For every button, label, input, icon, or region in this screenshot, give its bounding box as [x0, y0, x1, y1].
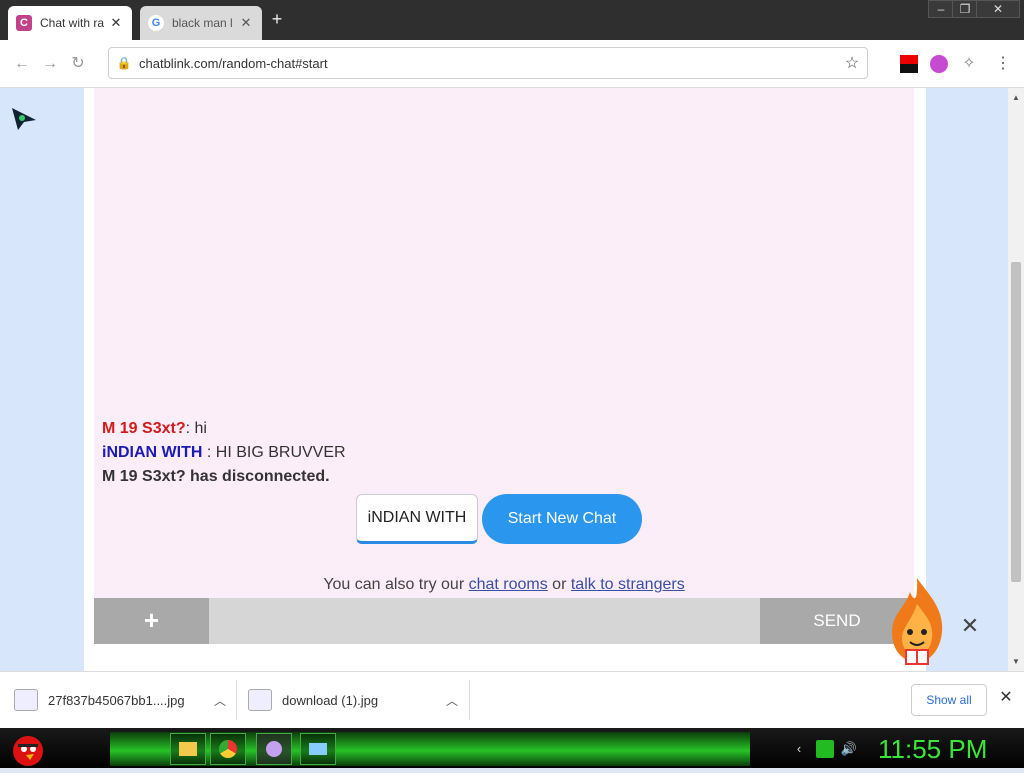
show-all-button[interactable]: Show all — [911, 684, 987, 716]
flame-mascot-icon[interactable] — [884, 574, 950, 668]
or-text: or — [547, 576, 571, 593]
chat-rooms-link[interactable]: chat rooms — [469, 576, 548, 593]
google-favicon-icon: G — [148, 15, 164, 31]
also-try-prefix: You can also try our — [323, 576, 469, 593]
scroll-down-icon[interactable]: ▼ — [1008, 654, 1024, 670]
message-text: : HI BIG BRUVVER — [206, 444, 346, 461]
new-tab-button[interactable]: + — [268, 10, 286, 28]
download-filename: 27f837b45067bb1....jpg — [48, 692, 185, 708]
download-item[interactable]: 27f837b45067bb1....jpg ︿ — [14, 680, 236, 720]
stranger-name: M 19 S3xt? — [102, 420, 186, 437]
divider — [469, 680, 470, 720]
tab-title: Chat with ra — [40, 16, 105, 30]
file-explorer-icon[interactable] — [170, 733, 206, 765]
reload-icon[interactable]: ↻ — [68, 54, 88, 74]
menu-kebab-icon[interactable]: ⋮ — [994, 55, 1012, 73]
tab-chat[interactable]: C Chat with ra ✕ — [8, 6, 132, 40]
tab-title: black man l — [172, 16, 233, 30]
chat-message: iNDIAN WITH : HI BIG BRUVVER — [102, 444, 346, 462]
restore-button[interactable]: ❐ — [952, 0, 978, 18]
divider — [236, 680, 237, 720]
extensions-puzzle-icon[interactable]: ✧ — [960, 55, 978, 73]
my-name: iNDIAN WITH — [102, 444, 207, 461]
taskbar-glow — [110, 732, 750, 766]
scrollbar-thumb[interactable] — [1011, 262, 1021, 582]
cursor-eye-icon — [10, 106, 38, 132]
chat-message: M 19 S3xt?: hi — [102, 420, 207, 438]
lock-icon: 🔒 — [116, 56, 132, 70]
forward-icon[interactable]: → — [40, 54, 60, 74]
tab-close-icon[interactable]: ✕ — [108, 15, 124, 31]
taskbar-clock[interactable]: 11:55 PM — [878, 732, 998, 766]
also-try-text: You can also try our chat rooms or talk … — [94, 576, 914, 594]
bookmark-star-icon[interactable]: ☆ — [837, 53, 867, 73]
angry-bird-start-icon[interactable] — [8, 730, 48, 768]
keyboard-icon[interactable] — [300, 733, 336, 765]
chevron-up-icon[interactable]: ︿ — [214, 692, 236, 709]
tab-google[interactable]: G black man l ✕ — [140, 6, 262, 40]
app-icon[interactable] — [256, 733, 292, 765]
start-new-chat-button[interactable]: Start New Chat — [482, 494, 642, 544]
tab-close-icon[interactable]: ✕ — [238, 15, 254, 31]
add-button[interactable]: + — [94, 598, 209, 644]
tray-arrow-icon[interactable]: ‹ — [790, 740, 808, 758]
back-icon[interactable]: ← — [12, 54, 32, 74]
scroll-up-icon[interactable]: ▲ — [1008, 90, 1024, 106]
close-window-button[interactable]: ✕ — [976, 0, 1020, 18]
volume-icon[interactable]: 🔊 — [840, 740, 858, 758]
address-bar[interactable]: 🔒 chatblink.com/random-chat#start ☆ — [108, 47, 868, 79]
url-text[interactable]: chatblink.com/random-chat#start — [139, 56, 837, 71]
name-input[interactable]: iNDIAN WITH — [356, 494, 478, 544]
chrome-icon[interactable] — [210, 733, 246, 765]
message-text: : hi — [185, 420, 207, 437]
minimize-button[interactable]: – — [928, 0, 954, 18]
chatblink-favicon-icon: C — [16, 15, 32, 31]
download-item[interactable]: download (1).jpg ︿ — [248, 680, 468, 720]
image-file-icon — [248, 689, 272, 711]
image-file-icon — [14, 689, 38, 711]
download-filename: download (1).jpg — [282, 692, 379, 708]
s-extension-icon[interactable] — [930, 55, 948, 73]
disconnect-status: M 19 S3xt? has disconnected. — [102, 468, 330, 485]
chevron-up-icon[interactable]: ︿ — [446, 692, 468, 709]
close-ad-icon[interactable]: ✕ — [958, 614, 982, 638]
flag-extension-icon[interactable] — [900, 55, 918, 73]
talk-to-strangers-link[interactable]: talk to strangers — [571, 576, 685, 593]
network-icon[interactable] — [816, 740, 834, 758]
close-downloads-icon[interactable]: ✕ — [996, 688, 1016, 708]
